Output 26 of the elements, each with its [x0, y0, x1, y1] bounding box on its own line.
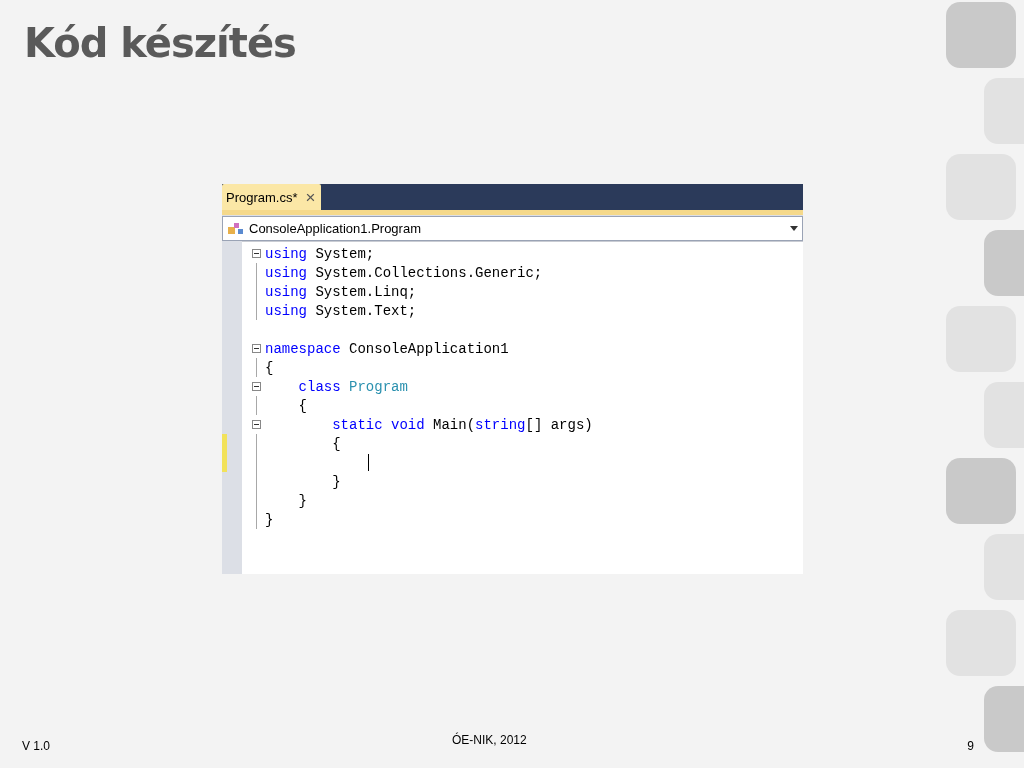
code-line: }: [265, 511, 274, 528]
page-number: 9: [967, 738, 974, 753]
code-line: using System.Text;: [265, 302, 417, 319]
code-line: static void Main(string[] args): [331, 416, 593, 433]
collapse-icon[interactable]: [252, 249, 261, 258]
code-line: {: [331, 435, 341, 452]
code-line: using System.Collections.Generic;: [265, 264, 543, 281]
code-line: {: [265, 359, 274, 376]
file-tab[interactable]: Program.cs* ×: [222, 184, 322, 210]
version-label: V 1.0: [22, 738, 52, 753]
code-line: namespace ConsoleApplication1: [265, 340, 509, 357]
close-icon[interactable]: ×: [305, 188, 316, 206]
code-line: }: [331, 473, 341, 490]
navigation-dropdown[interactable]: ConsoleApplication1.Program: [222, 216, 803, 241]
class-icon: [227, 220, 245, 237]
credit-label: ÓE-NIK, 2012: [452, 733, 528, 747]
code-line: using System;: [265, 245, 375, 262]
code-line: }: [297, 492, 307, 509]
collapse-icon[interactable]: [252, 382, 261, 391]
dropdown-caret-icon[interactable]: [790, 226, 798, 231]
code-line: using System.Linq;: [265, 283, 417, 300]
slide-title: Kód készítés: [24, 20, 297, 66]
code-line: class Program: [297, 378, 408, 395]
collapse-icon[interactable]: [252, 420, 261, 429]
collapse-icon[interactable]: [252, 344, 261, 353]
code-line: {: [297, 397, 307, 414]
